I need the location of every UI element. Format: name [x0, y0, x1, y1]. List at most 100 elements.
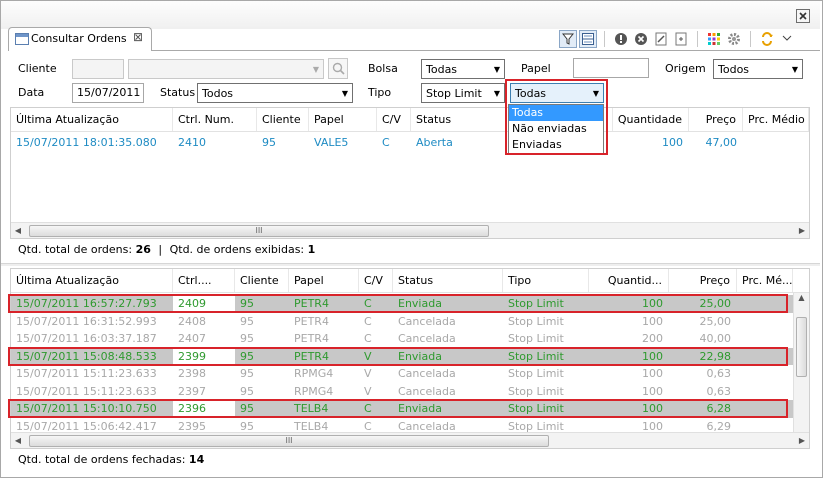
open-orders-body: 15/07/2011 18:01:35.080 2410 95 VALE5 C Abert…: [11, 132, 809, 152]
column-header[interactable]: Tipo: [503, 269, 589, 292]
scroll-right-icon[interactable]: ▶: [795, 436, 809, 445]
scroll-left-icon[interactable]: ◀: [11, 436, 25, 445]
scroll-left-icon[interactable]: ◀: [11, 226, 25, 235]
new-order-button[interactable]: [672, 30, 690, 48]
shown-orders-label: Qtd. de ordens exibidas:: [169, 243, 305, 256]
tab-close-icon[interactable]: ⊠: [133, 30, 143, 44]
column-header[interactable]: Última Atualização: [11, 269, 173, 292]
cancel-icon: [635, 33, 647, 45]
search-client-button[interactable]: [328, 58, 348, 79]
column-header[interactable]: Quantid...: [589, 269, 669, 292]
data-input[interactable]: 15/07/2011: [72, 83, 144, 103]
bolsa-select[interactable]: Todas ▼: [421, 59, 505, 79]
tipo-select[interactable]: Stop Limit ▼: [421, 83, 505, 103]
cliente-code-input[interactable]: [72, 59, 124, 79]
column-header[interactable]: Prc. Médio: [743, 108, 809, 131]
column-header[interactable]: Preço: [689, 108, 743, 131]
table-cell: 95: [262, 135, 276, 149]
tab-consultar-ordens[interactable]: Consultar Ordens ⊠: [8, 27, 152, 51]
table-row[interactable]: 15/07/2011 15:08:48.533 2399 95 PETR4 V Envia…: [8, 346, 793, 366]
close-window-button[interactable]: [796, 9, 810, 23]
column-header[interactable]: Prc. Mé...: [737, 269, 793, 292]
column-header[interactable]: Quantidade: [613, 108, 689, 131]
table-row[interactable]: 15/07/2011 16:31:52.993 2408 95 PETR4 C Cance…: [11, 313, 793, 331]
status-select[interactable]: Todos ▼: [197, 83, 353, 103]
scroll-right-icon[interactable]: ▶: [795, 226, 809, 235]
table-cell: C: [364, 314, 372, 328]
open-orders-header: Última Atualização Ctrl. Num. Cliente Papel…: [11, 108, 809, 132]
table-cell: 6,29: [706, 419, 732, 433]
origem-selected: Todos: [718, 62, 750, 76]
scroll-up-icon[interactable]: ▲: [794, 293, 809, 309]
table-cell: Stop Limit: [508, 332, 564, 346]
column-header[interactable]: Ctrl. Num.: [173, 108, 257, 131]
closed-orders-scroll-thumb[interactable]: III: [29, 434, 549, 447]
edit-document-icon: [655, 32, 667, 46]
open-orders-hscrollbar[interactable]: ◀ III ▶: [11, 222, 809, 238]
table-row[interactable]: 15/07/2011 18:01:35.080 2410 95 VALE5 C Abert…: [11, 132, 809, 152]
cancel-order-button[interactable]: [632, 30, 650, 48]
table-cell: PETR4: [294, 314, 329, 328]
table-cell: Stop Limit: [508, 419, 564, 433]
chevron-down-icon: ▼: [791, 64, 798, 74]
column-header[interactable]: Cliente: [257, 108, 309, 131]
chevron-down-icon: [782, 35, 792, 41]
table-cell: 95: [240, 384, 254, 398]
closed-orders-vscroll-thumb[interactable]: [796, 317, 807, 377]
status-label: Status: [160, 86, 196, 99]
table-cell: Stop Limit: [508, 367, 564, 381]
refresh-button[interactable]: [758, 30, 776, 48]
view-menu-button[interactable]: [778, 30, 796, 48]
table-row[interactable]: 15/07/2011 16:57:27.793 2409 95 PETR4 C Envia…: [8, 294, 793, 313]
refresh-icon: [762, 32, 773, 46]
closed-orders-label: Qtd. total de ordens fechadas:: [18, 453, 186, 466]
column-header[interactable]: Ctrl....: [173, 269, 235, 292]
table-cell: 40,00: [699, 332, 732, 346]
table-cell: Cancelada: [398, 367, 456, 381]
split-layout-icon: [582, 33, 594, 45]
settings-button[interactable]: [725, 30, 743, 48]
open-orders-scroll-thumb[interactable]: III: [29, 224, 489, 237]
colors-button[interactable]: [705, 30, 723, 48]
origem-label: Origem: [665, 62, 706, 75]
column-header[interactable]: Papel: [309, 108, 377, 131]
table-cell: 100: [642, 367, 663, 381]
column-header[interactable]: Status: [393, 269, 503, 292]
table-row[interactable]: 15/07/2011 15:11:23.633 2398 95 RPMG4 V Cance…: [11, 365, 793, 383]
papel-input[interactable]: [573, 58, 649, 78]
closed-orders-vscrollbar[interactable]: ▲: [793, 293, 809, 432]
info-button[interactable]: [612, 30, 630, 48]
origem-select[interactable]: Todos ▼: [713, 59, 803, 79]
chevron-down-icon: ▼: [341, 88, 348, 98]
filter-button[interactable]: [559, 30, 577, 48]
cliente-label: Cliente: [18, 62, 57, 75]
table-row[interactable]: 15/07/2011 16:03:37.187 2407 95 PETR4 C Cance…: [11, 330, 793, 348]
table-cell: 2410: [178, 135, 206, 149]
edit-order-button[interactable]: [652, 30, 670, 48]
column-header[interactable]: C/V: [377, 108, 411, 131]
column-header[interactable]: Última Atualização: [11, 108, 173, 131]
table-cell: 100: [642, 314, 663, 328]
sash[interactable]: [1, 263, 820, 266]
highlight-row: [8, 294, 788, 313]
table-cell: Stop Limit: [508, 314, 564, 328]
table-cell: C: [364, 332, 372, 346]
table-cell: 200: [642, 332, 663, 346]
table-cell: Cancelada: [398, 314, 456, 328]
closed-orders-hscrollbar[interactable]: ◀ III ▶: [11, 432, 809, 448]
table-cell: 2395: [178, 419, 206, 433]
column-header[interactable]: Cliente: [235, 269, 289, 292]
cliente-name-combo[interactable]: ▼: [128, 59, 324, 79]
table-cell: Stop Limit: [508, 384, 564, 398]
column-header[interactable]: Papel: [289, 269, 359, 292]
grip-lines: III: [285, 436, 293, 445]
column-header[interactable]: C/V: [359, 269, 393, 292]
column-header[interactable]: Preço: [669, 269, 737, 292]
table-cell: 0,63: [706, 384, 732, 398]
table-row[interactable]: 15/07/2011 15:10:10.750 2396 95 TELB4 C Envia…: [8, 399, 793, 418]
table-cell: 15/07/2011 15:11:23.633: [16, 384, 157, 398]
layout-button[interactable]: [579, 30, 597, 48]
table-cell: C: [364, 419, 372, 433]
table-row[interactable]: 15/07/2011 15:11:23.633 2397 95 RPMG4 V Cance…: [11, 383, 793, 401]
color-grid-icon: [708, 33, 720, 45]
